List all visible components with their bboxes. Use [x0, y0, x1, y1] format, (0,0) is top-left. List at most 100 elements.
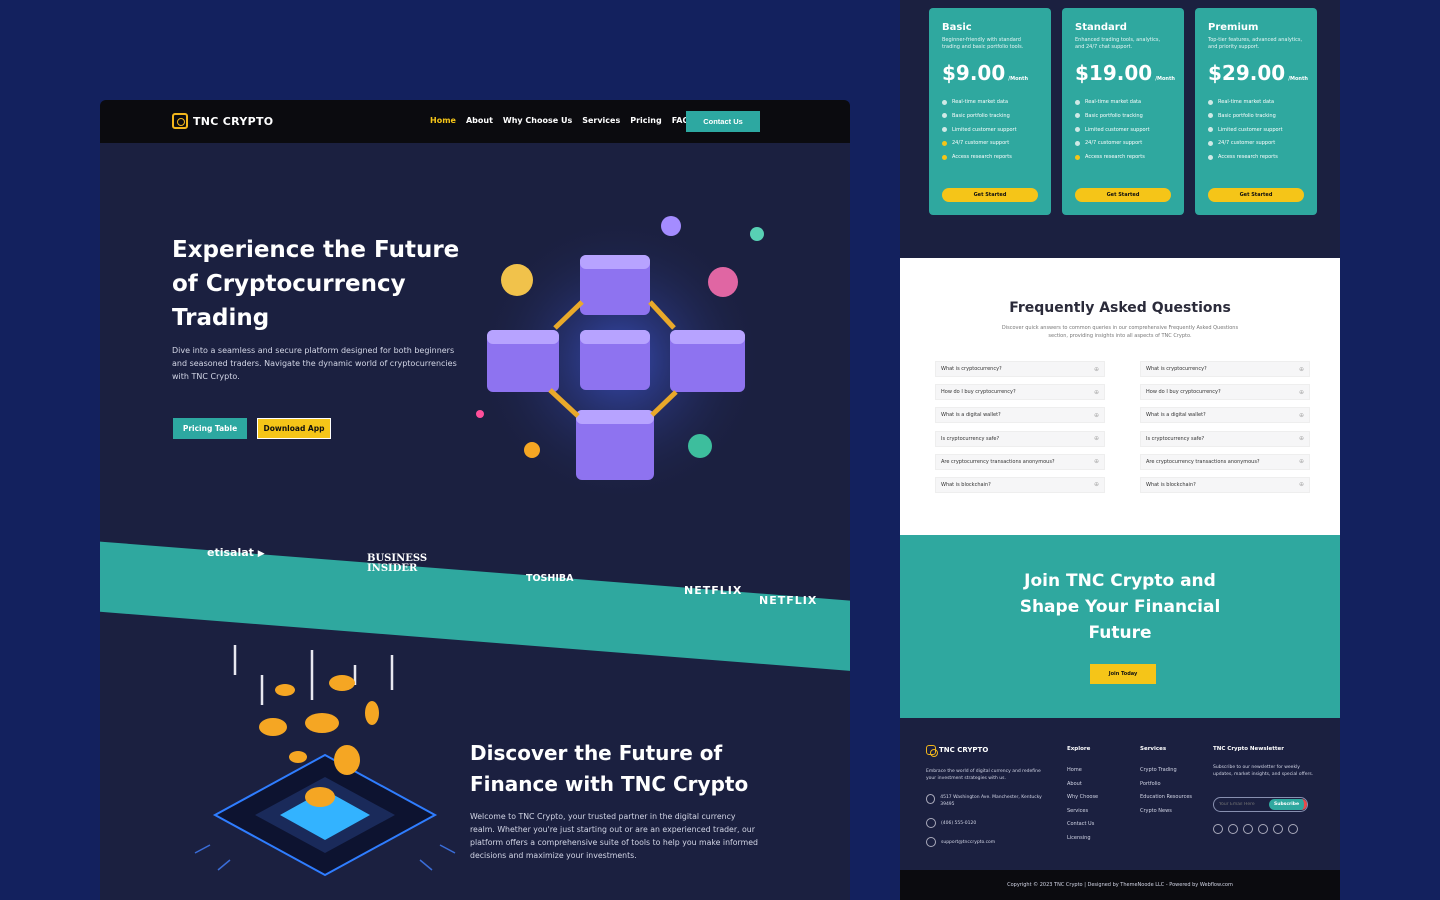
plan-price: $29.00/Month [1208, 61, 1308, 85]
nav-link-services[interactable]: Services [582, 116, 620, 125]
email-text: support@tnccrypto.com [941, 839, 996, 845]
plus-icon: ⊕ [1298, 411, 1304, 419]
copyright-text: Copyright © 2023 TNC Crypto | Designed b… [1007, 882, 1233, 888]
get-started-button[interactable]: Get Started [1208, 188, 1304, 202]
faq-question: What is a digital wallet? [1146, 412, 1206, 419]
faq-item[interactable]: What is cryptocurrency? ⊕ [1140, 361, 1310, 377]
plus-icon: ⊕ [1298, 435, 1304, 443]
faq-item[interactable]: How do I buy cryptocurrency? ⊕ [1140, 384, 1310, 401]
check-icon [1075, 113, 1080, 119]
faq-item[interactable]: Are cryptocurrency transactions anonymou… [1140, 453, 1310, 470]
get-started-button[interactable]: Get Started [1075, 188, 1171, 202]
footer-link[interactable]: Crypto Trading [1140, 764, 1192, 778]
cube-center [580, 330, 650, 390]
plan-description: Top-tier features, advanced analytics, a… [1208, 37, 1303, 50]
plan-price: $19.00/Month [1075, 61, 1175, 85]
check-icon [942, 127, 947, 133]
feature-item: Access research reports [942, 154, 1038, 160]
plan-price: $9.00/Month [942, 61, 1038, 85]
faq-item[interactable]: How do I buy cryptocurrency? ⊕ [935, 384, 1105, 401]
footer-link[interactable]: Education Resources [1140, 791, 1192, 805]
footer-link[interactable]: Contact Us [1067, 818, 1098, 832]
cube-right [670, 330, 745, 392]
footer-link[interactable]: Home [1067, 764, 1098, 778]
landing-page-preview: TNC CRYPTO Home About Why Choose Us Serv… [100, 100, 850, 900]
faq-question: Is cryptocurrency safe? [941, 435, 1000, 442]
nav-links: Home About Why Choose Us Services Pricin… [430, 116, 689, 125]
faq-column-right: What is cryptocurrency? ⊕ How do I buy cr… [1140, 361, 1310, 500]
get-started-button[interactable]: Get Started [942, 188, 1038, 202]
nav-link-pricing[interactable]: Pricing [630, 116, 661, 125]
footer-link[interactable]: Crypto News [1140, 805, 1192, 819]
faq-item[interactable]: What is blockchain? ⊕ [935, 476, 1105, 493]
plus-icon: ⊕ [1298, 481, 1304, 489]
discover-description: Welcome to TNC Crypto, your trusted part… [470, 812, 758, 860]
faq-question: What is cryptocurrency? [941, 366, 1002, 372]
pricing-section: Basic Beginner-friendly with standard tr… [900, 0, 1340, 258]
faq-question: How do I buy cryptocurrency? [941, 389, 1016, 396]
pinterest-icon[interactable] [1243, 824, 1253, 834]
newsletter-email-input[interactable] [1219, 802, 1269, 807]
faq-item[interactable]: What is a digital wallet? ⊕ [1140, 407, 1310, 424]
brand-logo-business-insider: BUSINESS INSIDER [367, 554, 427, 574]
brand-logo-etisalat: etisalat ▶ [207, 546, 265, 559]
footer-email[interactable]: support@tnccrypto.com [926, 837, 995, 847]
faq-question: What is a digital wallet? [941, 412, 1001, 419]
plus-icon: ⊕ [1093, 481, 1099, 489]
plus-icon: ⊕ [1298, 388, 1304, 396]
youtube-icon[interactable] [1288, 824, 1298, 834]
landing-page-preview-lower: Basic Beginner-friendly with standard tr… [900, 0, 1340, 900]
footer-link[interactable]: Portfolio [1140, 778, 1192, 792]
linkedin-icon[interactable] [1273, 824, 1283, 834]
plus-icon: ⊕ [1093, 411, 1099, 419]
price-period: /Month [1288, 76, 1308, 82]
nav-link-about[interactable]: About [466, 116, 493, 125]
contact-us-button[interactable]: Contact Us [686, 111, 760, 132]
instagram-icon[interactable] [1258, 824, 1268, 834]
price-value: $9.00 [942, 61, 1006, 85]
faq-item[interactable]: What is a digital wallet? ⊕ [935, 407, 1105, 424]
feature-item: Real-time market data [942, 99, 1038, 105]
pricing-card-standard: Standard Enhanced trading tools, analyti… [1062, 8, 1184, 215]
faq-item[interactable]: Is cryptocurrency safe? ⊕ [1140, 430, 1310, 447]
brand-text: etisalat [207, 546, 254, 559]
feature-list: Real-time market data Basic portfolio tr… [1075, 99, 1171, 160]
check-icon [1208, 99, 1213, 105]
brand-logo[interactable]: TNC CRYPTO [172, 113, 273, 129]
faq-item[interactable]: Are cryptocurrency transactions anonymou… [935, 453, 1105, 470]
footer-brand: TNC CRYPTO [939, 746, 989, 754]
pricing-table-button[interactable]: Pricing Table [173, 418, 247, 439]
faq-item[interactable]: What is cryptocurrency? ⊕ [935, 361, 1105, 377]
facebook-icon[interactable] [1213, 824, 1223, 834]
feature-list: Real-time market data Basic portfolio tr… [1208, 99, 1304, 160]
footer-link[interactable]: Why Choose [1067, 791, 1098, 805]
footer-link[interactable]: Services [1067, 805, 1098, 819]
phone-icon [926, 818, 936, 828]
logo-icon [172, 113, 188, 129]
nav-link-why-choose-us[interactable]: Why Choose Us [503, 116, 572, 125]
feature-label: Access research reports [1085, 154, 1145, 161]
footer-phone[interactable]: (406) 555-0120 [926, 818, 976, 828]
coin-icon [661, 216, 681, 236]
feature-label: Basic portfolio tracking [1085, 112, 1143, 119]
feature-item: Real-time market data [1075, 99, 1171, 105]
subscribe-button[interactable]: Subscribe [1269, 799, 1308, 810]
brand-text: INSIDER [367, 563, 418, 574]
newsletter-form: Subscribe [1213, 797, 1308, 812]
faq-item[interactable]: What is blockchain? ⊕ [1140, 476, 1310, 493]
twitter-icon[interactable] [1228, 824, 1238, 834]
sparkle-dot [476, 410, 484, 418]
faq-item[interactable]: Is cryptocurrency safe? ⊕ [935, 430, 1105, 447]
nav-link-home[interactable]: Home [430, 116, 456, 125]
footer-link[interactable]: Licensing [1067, 832, 1098, 846]
footer-logo[interactable]: TNC CRYPTO [926, 745, 989, 757]
brand-logo-toshiba: TOSHIBA [526, 573, 574, 584]
footer-link[interactable]: About [1067, 778, 1098, 792]
pricing-card-premium: Premium Top-tier features, advanced anal… [1195, 8, 1317, 215]
blockchain-cubes-illustration [475, 215, 765, 500]
cross-icon [1075, 154, 1080, 160]
join-today-button[interactable]: Join Today [1090, 664, 1156, 684]
coin-icon [688, 434, 712, 458]
feature-label: Basic portfolio tracking [952, 112, 1010, 119]
download-app-button[interactable]: Download App [257, 418, 331, 439]
